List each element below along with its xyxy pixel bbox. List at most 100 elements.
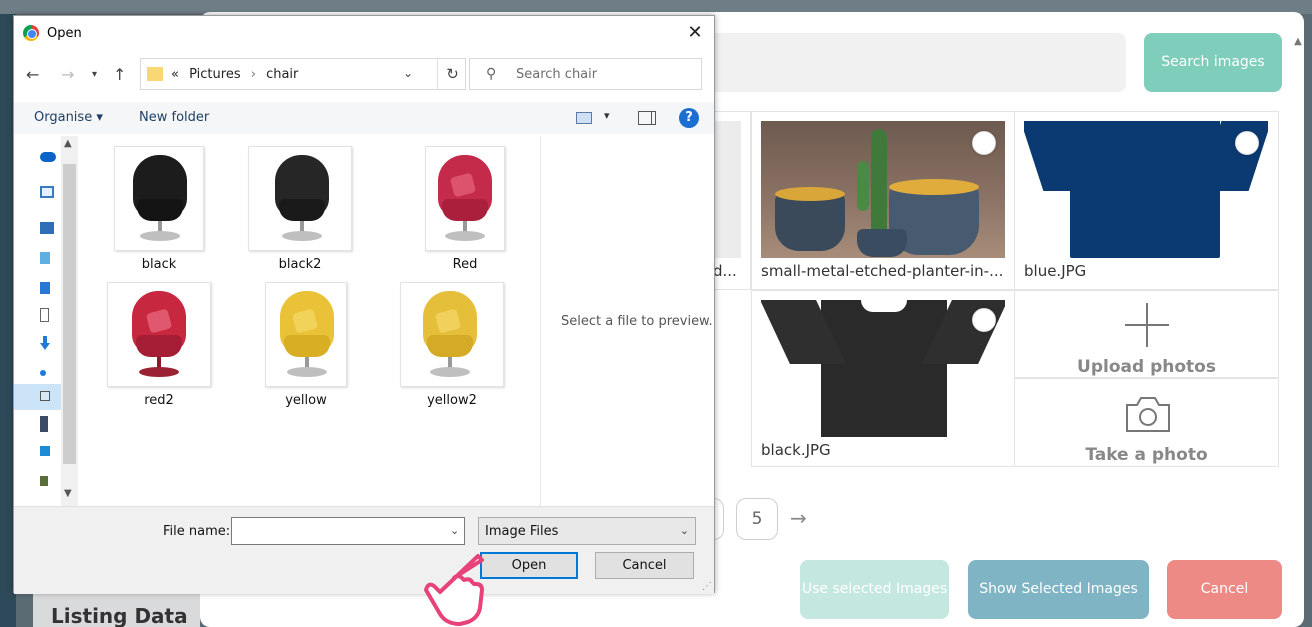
up-arrow-icon[interactable]: ↑	[113, 65, 126, 84]
chair-base	[139, 367, 179, 377]
chrome-icon	[23, 25, 39, 41]
nav-scrollbar[interactable]: ▲ ▼	[61, 136, 78, 506]
file-item-black2[interactable]: black2	[248, 146, 352, 272]
upload-photos-label: Upload photos	[1077, 357, 1216, 377]
take-photo-label: Take a photo	[1085, 445, 1208, 465]
dialog-title-bar[interactable]: Open ✕	[14, 16, 714, 50]
file-name-dropdown-icon[interactable]: ⌄	[450, 524, 459, 537]
preview-pane: Select a file to preview.	[540, 136, 714, 506]
file-thumbnail	[425, 146, 505, 251]
file-name: yellow	[285, 393, 327, 408]
preview-message: Select a file to preview.	[561, 314, 713, 329]
downloads-icon[interactable]	[40, 336, 50, 350]
monitor-icon[interactable]	[40, 222, 54, 234]
file-item-yellow[interactable]: yellow	[254, 282, 358, 408]
desktop-folder-icon[interactable]	[40, 282, 50, 294]
file-name: yellow2	[427, 393, 477, 408]
search-images-button[interactable]: Search images	[1144, 33, 1282, 92]
image-caption: small-metal-etched-planter-in-...	[761, 262, 1004, 280]
help-icon[interactable]: ?	[679, 108, 699, 128]
view-options-icon[interactable]	[576, 112, 592, 124]
refresh-icon[interactable]: ↻	[437, 59, 467, 89]
chair-seat	[442, 199, 488, 221]
3d-objects-icon[interactable]	[40, 252, 50, 264]
blue-shirt-image	[1024, 121, 1268, 258]
file-item-yellow2[interactable]: yellow2	[400, 282, 504, 408]
windows-drive-icon[interactable]	[40, 446, 50, 456]
take-photo-tile[interactable]: Take a photo	[1014, 378, 1279, 467]
onedrive-icon[interactable]	[40, 152, 56, 162]
chair-base	[430, 367, 470, 377]
music-icon[interactable]	[40, 370, 46, 376]
select-radio[interactable]	[972, 131, 996, 155]
navigation-pane[interactable]: ▲ ▼	[14, 136, 78, 506]
nav-selected-item[interactable]	[14, 384, 61, 410]
file-name-label: File name:	[163, 524, 231, 539]
dialog-footer: File name: ⌄ Image Files ⌄ Open Cancel ⋰	[14, 506, 714, 594]
show-selected-images-button[interactable]: Show Selected Images (0)	[968, 560, 1149, 619]
new-folder-button[interactable]: New folder	[139, 110, 209, 125]
file-type-select[interactable]: Image Files ⌄	[478, 517, 696, 545]
breadcrumb[interactable]: « Pictures › chair	[171, 67, 298, 82]
breadcrumb-chair[interactable]: chair	[266, 67, 298, 82]
breadcrumb-separator-icon: ›	[250, 67, 256, 82]
close-icon[interactable]: ✕	[684, 22, 706, 44]
preview-pane-icon[interactable]	[638, 111, 656, 125]
listing-data-tab[interactable]: Listing Data	[33, 590, 200, 627]
scroll-down-icon[interactable]: ▼	[64, 488, 72, 499]
image-tile-blue[interactable]: blue.JPG	[1014, 111, 1279, 290]
chair-seat	[279, 199, 325, 221]
address-bar[interactable]: « Pictures › chair ⌄ ↻	[140, 58, 466, 90]
image-tile-planter[interactable]: small-metal-etched-planter-in-...	[751, 111, 1015, 290]
use-selected-images-button[interactable]: Use selected Images	[800, 560, 949, 619]
file-name-input[interactable]	[231, 517, 465, 545]
upload-photos-tile[interactable]: Upload photos	[1014, 290, 1279, 378]
image-tile-black[interactable]: black.JPG	[751, 290, 1015, 467]
file-thumbnail	[265, 282, 347, 387]
select-radio[interactable]	[972, 308, 996, 332]
file-thumbnail	[114, 146, 204, 251]
file-thumbnail	[400, 282, 504, 387]
breadcrumb-pictures[interactable]: Pictures	[189, 67, 240, 82]
camera-icon	[1123, 395, 1173, 433]
chair-seat	[136, 335, 182, 357]
file-name: Red	[452, 257, 478, 272]
view-dropdown-icon[interactable]: ▾	[604, 109, 610, 122]
scroll-thumb[interactable]	[63, 164, 76, 464]
resize-grip-icon[interactable]: ⋰	[702, 581, 712, 592]
image-search-input[interactable]	[680, 33, 1126, 92]
file-item-red2[interactable]: red2	[107, 282, 211, 408]
file-thumbnail	[248, 146, 352, 251]
file-type-dropdown-icon[interactable]: ⌄	[680, 524, 689, 537]
recent-dropdown-icon[interactable]: ▾	[92, 69, 97, 80]
folder-search-input[interactable]: ⚲ Search chair	[469, 58, 702, 90]
dialog-cancel-button[interactable]: Cancel	[595, 552, 694, 579]
forward-arrow-icon[interactable]: →	[61, 65, 74, 84]
file-list: black black2 Red red2 yellow yellow2	[79, 136, 539, 506]
pictures-icon[interactable]	[40, 391, 50, 401]
file-item-black[interactable]: black	[107, 146, 211, 272]
pager-page-5[interactable]: 5	[736, 498, 778, 540]
navigation-row: ← → ▾ ↑ « Pictures › chair ⌄ ↻ ⚲ Search …	[14, 58, 714, 92]
address-dropdown-icon[interactable]: ⌄	[403, 66, 413, 80]
scroll-up-icon[interactable]: ▲	[64, 138, 72, 149]
documents-icon[interactable]	[40, 308, 49, 322]
desktop-icon[interactable]	[40, 186, 54, 198]
planter-pot-left-rim	[775, 187, 845, 201]
file-type-value: Image Files	[485, 524, 559, 539]
select-radio[interactable]	[1235, 131, 1259, 155]
chair-seat	[284, 335, 330, 357]
organise-menu[interactable]: Organise ▾	[34, 110, 103, 125]
breadcrumb-prefix[interactable]: «	[171, 67, 179, 82]
modal-scroll-up-icon[interactable]: ▲	[1292, 36, 1304, 60]
drive-icon[interactable]	[40, 476, 48, 486]
cancel-button[interactable]: Cancel	[1167, 560, 1282, 619]
dialog-title: Open	[47, 26, 82, 41]
file-name: black2	[278, 257, 322, 272]
file-item-red[interactable]: Red	[413, 146, 517, 272]
planter-image	[761, 121, 1005, 258]
back-arrow-icon[interactable]: ←	[26, 65, 39, 84]
chair-base	[282, 231, 322, 241]
videos-icon[interactable]	[40, 416, 48, 432]
pager-next-arrow-icon[interactable]: →	[790, 506, 807, 530]
